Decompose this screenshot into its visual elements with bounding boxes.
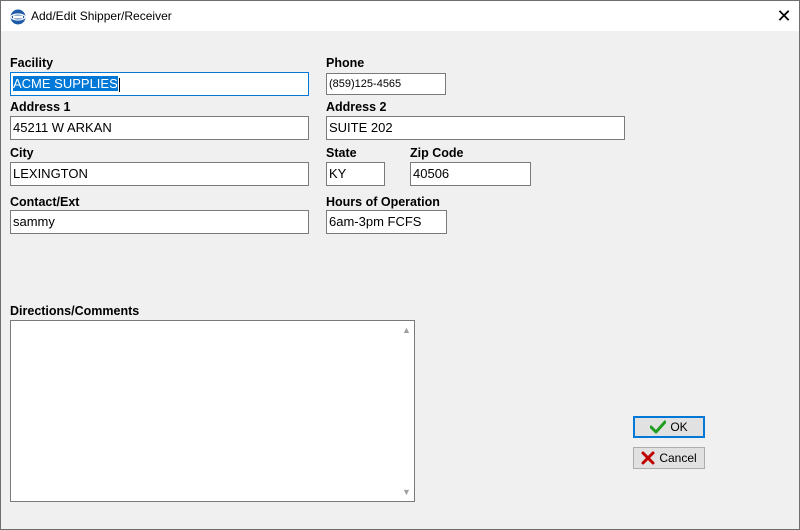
zip-label: Zip Code [410,146,464,160]
phone-input[interactable]: (859)125-4565 [326,73,446,95]
window-title: Add/Edit Shipper/Receiver [31,9,172,23]
comments-scrollbar[interactable]: ▲ ▼ [398,321,414,501]
cancel-button[interactable]: Cancel [633,447,705,469]
address1-label: Address 1 [10,100,71,114]
city-input[interactable]: LEXINGTON [10,162,309,186]
facility-input[interactable]: ACME SUPPLIES [10,72,309,96]
facility-label: Facility [10,56,54,70]
state-input[interactable]: KY [326,162,385,186]
comments-textarea[interactable]: ▲ ▼ [10,320,415,502]
state-label: State [326,146,357,160]
ok-label: OK [670,420,688,434]
address2-label: Address 2 [326,100,387,114]
comments-label: Directions/Comments [10,304,140,318]
app-logo-icon [10,9,26,25]
address1-input[interactable]: 45211 W ARKAN [10,116,309,140]
hours-input[interactable]: 6am-3pm FCFS [326,210,447,234]
scroll-up-icon[interactable]: ▲ [402,325,411,335]
address2-input[interactable]: SUITE 202 [326,116,625,140]
text-caret [118,77,120,92]
cancel-label: Cancel [659,451,697,465]
ok-button[interactable]: OK [633,416,705,438]
zip-input[interactable]: 40506 [410,162,531,186]
phone-label: Phone [326,56,365,70]
city-label: City [10,146,34,160]
title-bar: Add/Edit Shipper/Receiver ✕ [1,1,799,31]
contact-input[interactable]: sammy [10,210,309,234]
close-icon[interactable]: ✕ [771,4,797,28]
hours-label: Hours of Operation [326,195,440,209]
x-icon [641,451,655,465]
scroll-down-icon[interactable]: ▼ [402,487,411,497]
checkmark-icon [650,420,667,434]
contact-label: Contact/Ext [10,195,80,209]
dialog-window: Add/Edit Shipper/Receiver ✕ Facility ACM… [0,0,800,530]
